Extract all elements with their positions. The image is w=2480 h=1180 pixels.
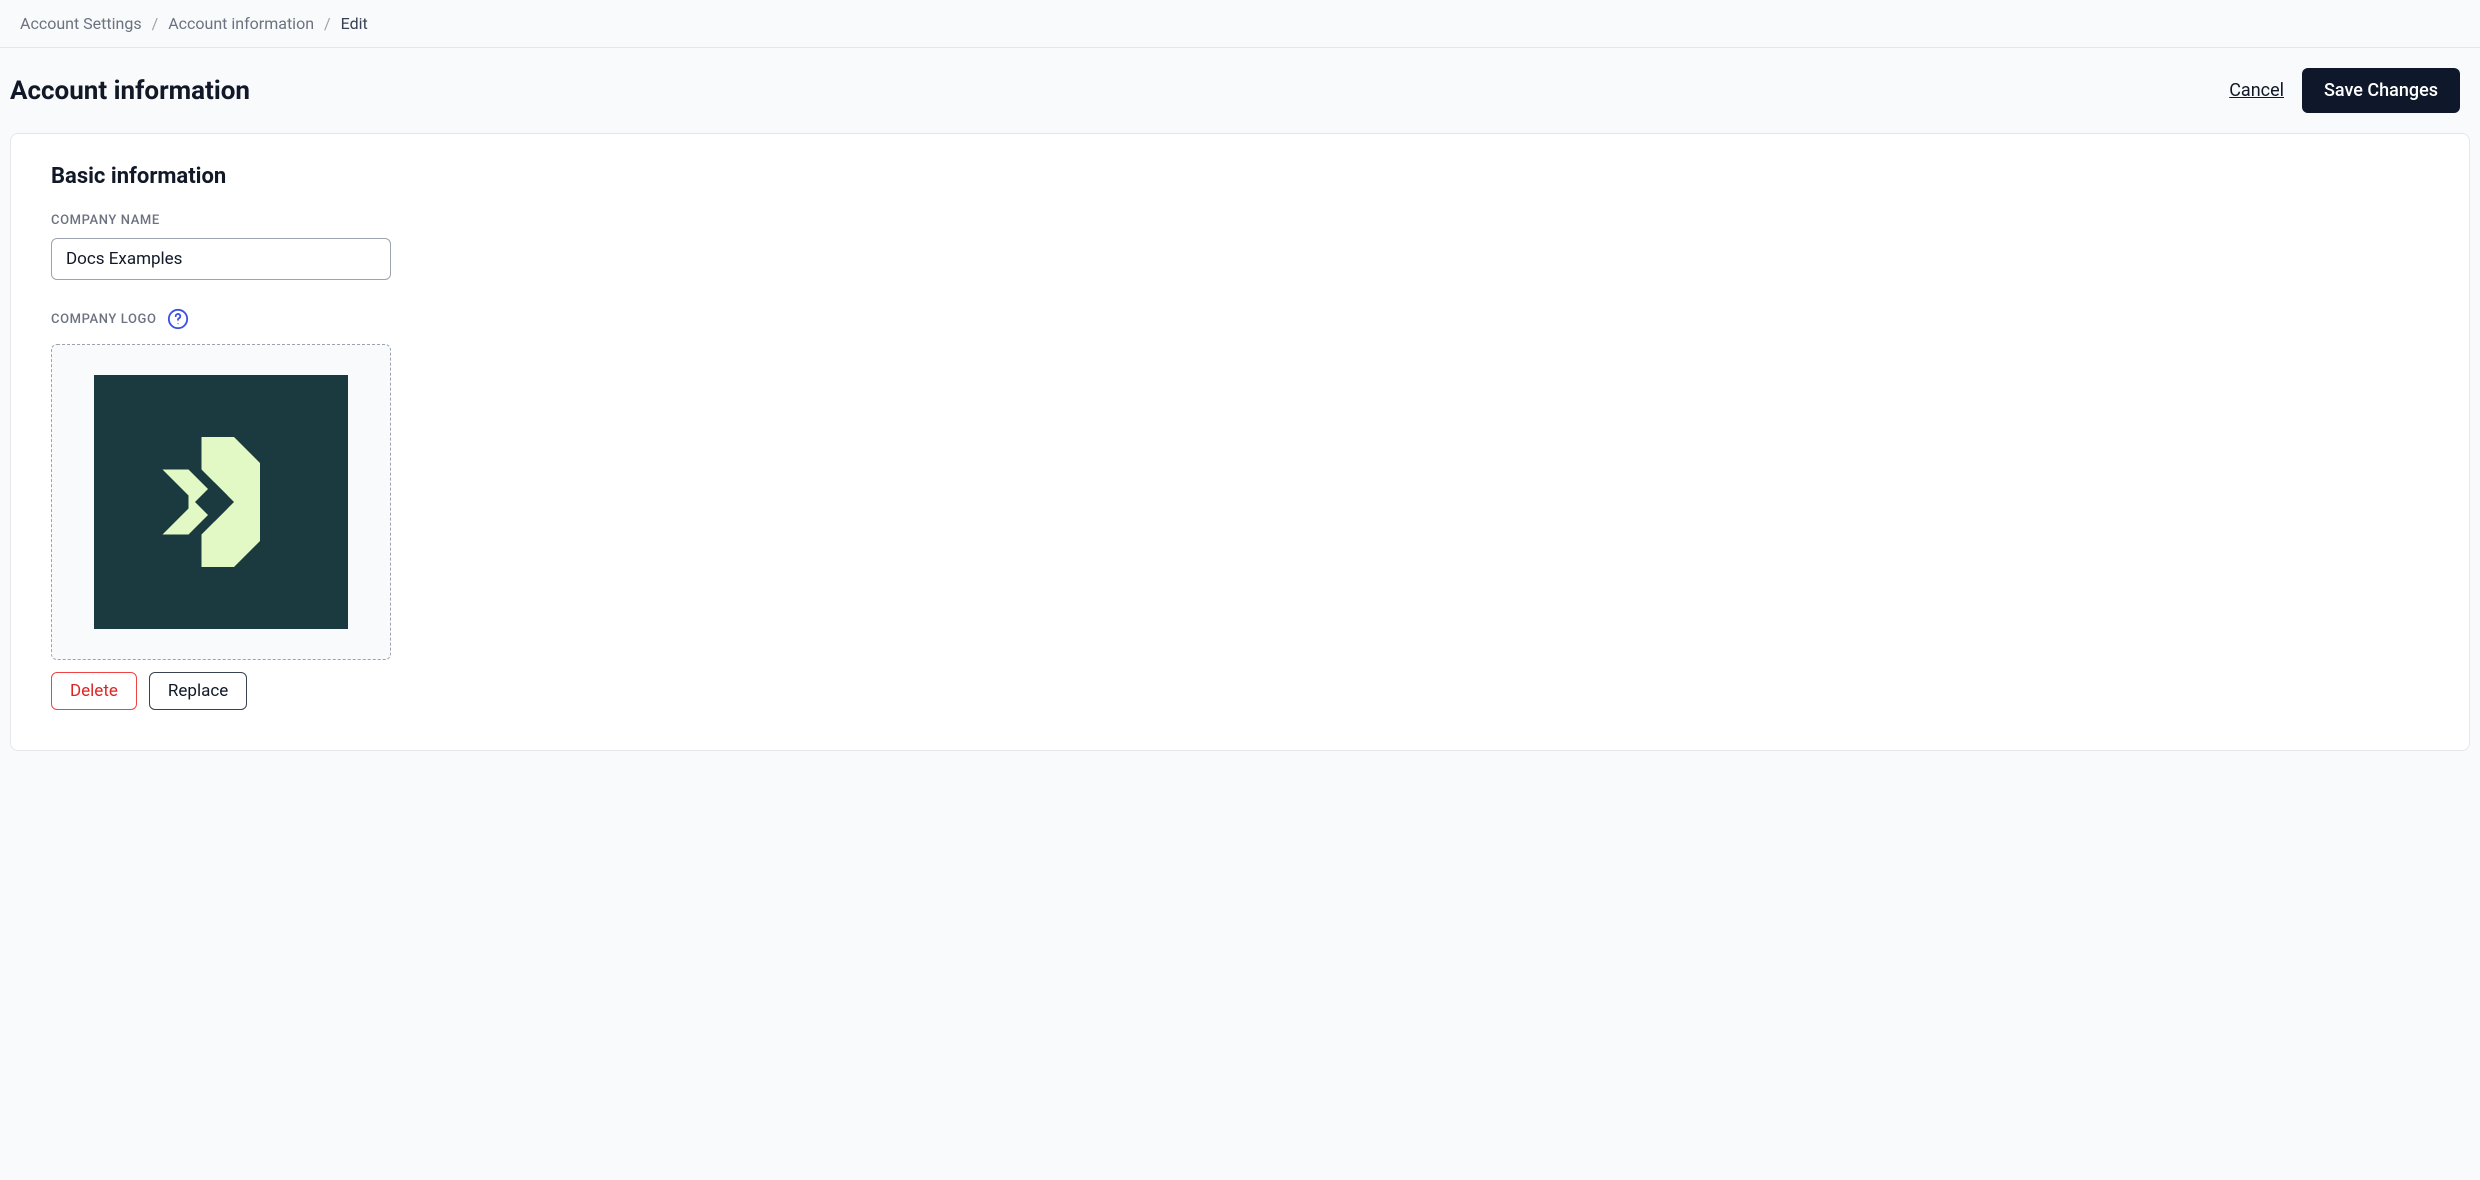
breadcrumb-current: Edit bbox=[341, 14, 368, 33]
breadcrumb-separator: / bbox=[152, 14, 159, 33]
logo-preview bbox=[94, 375, 348, 629]
company-name-label: COMPANY NAME bbox=[51, 213, 2429, 228]
company-logo-icon bbox=[156, 437, 286, 567]
section-title: Basic information bbox=[51, 164, 2429, 189]
breadcrumb-link-account-information[interactable]: Account information bbox=[168, 14, 314, 33]
company-logo-label: COMPANY LOGO bbox=[51, 312, 157, 327]
logo-actions: Delete Replace bbox=[51, 672, 2429, 710]
breadcrumb: Account Settings / Account information /… bbox=[0, 0, 2480, 48]
basic-information-card: Basic information COMPANY NAME COMPANY L… bbox=[10, 133, 2470, 751]
company-name-field: COMPANY NAME bbox=[51, 213, 2429, 280]
page-title: Account information bbox=[10, 76, 250, 106]
page-header: Account information Cancel Save Changes bbox=[0, 48, 2480, 133]
company-logo-label-row: COMPANY LOGO bbox=[51, 308, 2429, 330]
header-actions: Cancel Save Changes bbox=[2229, 68, 2460, 113]
replace-logo-button[interactable]: Replace bbox=[149, 672, 247, 710]
breadcrumb-separator: / bbox=[324, 14, 331, 33]
save-changes-button[interactable]: Save Changes bbox=[2302, 68, 2460, 113]
company-name-input[interactable] bbox=[51, 238, 391, 280]
company-logo-field: COMPANY LOGO Del bbox=[51, 308, 2429, 710]
logo-dropzone[interactable] bbox=[51, 344, 391, 660]
cancel-button[interactable]: Cancel bbox=[2229, 80, 2284, 101]
breadcrumb-link-account-settings[interactable]: Account Settings bbox=[20, 14, 142, 33]
help-icon[interactable] bbox=[167, 308, 189, 330]
delete-logo-button[interactable]: Delete bbox=[51, 672, 137, 710]
